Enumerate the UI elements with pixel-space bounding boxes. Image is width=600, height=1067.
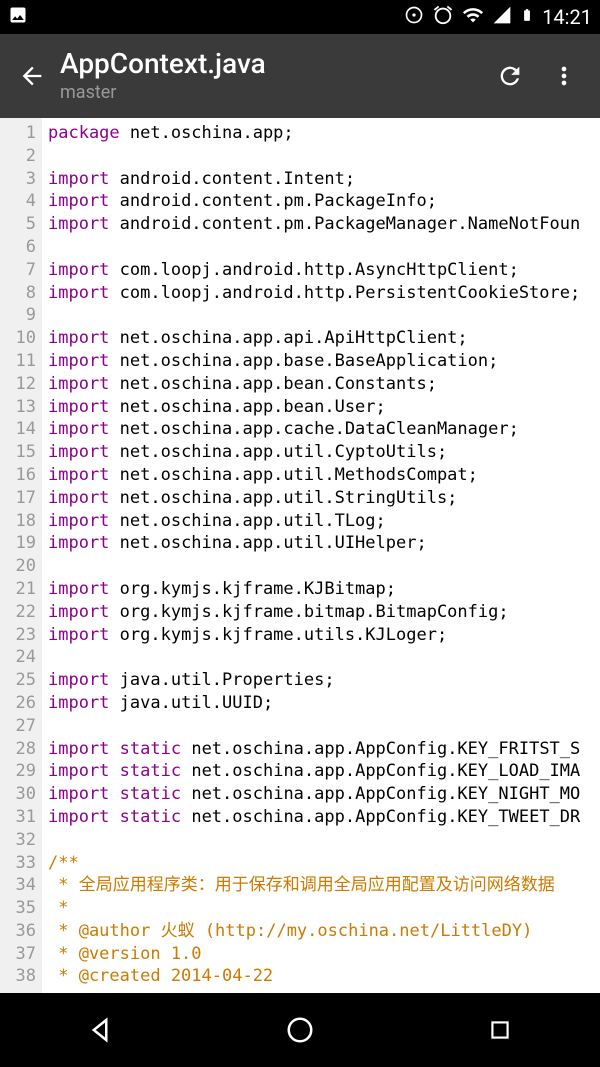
status-bar: 14:21 (0, 0, 600, 34)
line-number: 38 (0, 965, 36, 988)
code-line: import java.util.Properties; (48, 669, 600, 692)
code-line: * @author 火蚁 (http://my.oschina.net/Litt… (48, 920, 600, 943)
status-time: 14:21 (542, 5, 592, 29)
code-viewer[interactable]: 1234567891011121314151617181920212223242… (0, 118, 600, 993)
line-number: 31 (0, 806, 36, 829)
code-line: import org.kymjs.kjframe.bitmap.BitmapCo… (48, 601, 600, 624)
code-line: /** (48, 852, 600, 875)
overflow-menu-button[interactable] (548, 60, 580, 92)
code-line: import net.oschina.app.util.TLog; (48, 510, 600, 533)
code-line: import net.oschina.app.util.UIHelper; (48, 532, 600, 555)
line-number: 24 (0, 646, 36, 669)
signal-icon (492, 5, 512, 30)
status-circle-icon (404, 5, 424, 30)
line-number: 26 (0, 692, 36, 715)
code-line: import net.oschina.app.cache.DataCleanMa… (48, 418, 600, 441)
line-number: 20 (0, 555, 36, 578)
code-line: import net.oschina.app.api.ApiHttpClient… (48, 327, 600, 350)
code-line: * (48, 897, 600, 920)
code-line: import net.oschina.app.bean.Constants; (48, 373, 600, 396)
status-notification-icon (8, 5, 28, 30)
nav-back-button[interactable] (80, 1010, 120, 1050)
line-number: 25 (0, 669, 36, 692)
line-number: 18 (0, 510, 36, 533)
line-number-gutter: 1234567891011121314151617181920212223242… (0, 118, 42, 993)
code-line: import org.kymjs.kjframe.KJBitmap; (48, 578, 600, 601)
branch-subtitle: master (60, 82, 494, 103)
code-line: import static net.oschina.app.AppConfig.… (48, 760, 600, 783)
line-number: 12 (0, 373, 36, 396)
code-line: import net.oschina.app.base.BaseApplicat… (48, 350, 600, 373)
code-line: import static net.oschina.app.AppConfig.… (48, 738, 600, 761)
wifi-icon (462, 4, 484, 31)
alarm-icon (432, 4, 454, 31)
line-number: 36 (0, 920, 36, 943)
code-line (48, 236, 600, 259)
line-number: 28 (0, 738, 36, 761)
line-number: 7 (0, 259, 36, 282)
line-number: 34 (0, 874, 36, 897)
code-line: import org.kymjs.kjframe.utils.KJLoger; (48, 624, 600, 647)
line-number: 23 (0, 624, 36, 647)
code-line: import android.content.pm.PackageManager… (48, 213, 600, 236)
line-number: 9 (0, 304, 36, 327)
code-line: import com.loopj.android.http.AsyncHttpC… (48, 259, 600, 282)
line-number: 10 (0, 327, 36, 350)
code-content: package net.oschina.app; import android.… (42, 118, 600, 993)
code-line (48, 555, 600, 578)
line-number: 13 (0, 396, 36, 419)
refresh-button[interactable] (494, 60, 526, 92)
code-line (48, 715, 600, 738)
line-number: 37 (0, 943, 36, 966)
line-number: 11 (0, 350, 36, 373)
line-number: 17 (0, 487, 36, 510)
code-line: import net.oschina.app.util.MethodsCompa… (48, 464, 600, 487)
code-line: import android.content.pm.PackageInfo; (48, 190, 600, 213)
line-number: 1 (0, 122, 36, 145)
line-number: 2 (0, 145, 36, 168)
line-number: 3 (0, 168, 36, 191)
line-number: 6 (0, 236, 36, 259)
navigation-bar (0, 993, 600, 1067)
line-number: 5 (0, 213, 36, 236)
code-line: * @created 2014-04-22 (48, 965, 600, 988)
code-line: package net.oschina.app; (48, 122, 600, 145)
code-line: import java.util.UUID; (48, 692, 600, 715)
code-line (48, 145, 600, 168)
code-line: import static net.oschina.app.AppConfig.… (48, 783, 600, 806)
line-number: 32 (0, 829, 36, 852)
line-number: 15 (0, 441, 36, 464)
line-number: 16 (0, 464, 36, 487)
code-line: import net.oschina.app.bean.User; (48, 396, 600, 419)
line-number: 30 (0, 783, 36, 806)
back-button[interactable] (12, 56, 52, 96)
app-bar: AppContext.java master (0, 34, 600, 118)
nav-home-button[interactable] (280, 1010, 320, 1050)
code-line (48, 829, 600, 852)
line-number: 8 (0, 282, 36, 305)
line-number: 4 (0, 190, 36, 213)
page-title: AppContext.java (60, 49, 494, 80)
line-number: 19 (0, 532, 36, 555)
line-number: 22 (0, 601, 36, 624)
line-number: 35 (0, 897, 36, 920)
line-number: 14 (0, 418, 36, 441)
line-number: 27 (0, 715, 36, 738)
code-line (48, 646, 600, 669)
code-line: import com.loopj.android.http.Persistent… (48, 282, 600, 305)
line-number: 33 (0, 852, 36, 875)
code-line: * 全局应用程序类：用于保存和调用全局应用配置及访问网络数据 (48, 874, 600, 897)
code-line (48, 304, 600, 327)
code-line: import static net.oschina.app.AppConfig.… (48, 806, 600, 829)
battery-icon (520, 4, 534, 31)
code-line: import net.oschina.app.util.StringUtils; (48, 487, 600, 510)
line-number: 21 (0, 578, 36, 601)
line-number: 29 (0, 760, 36, 783)
nav-recent-button[interactable] (480, 1010, 520, 1050)
code-line: import net.oschina.app.util.CyptoUtils; (48, 441, 600, 464)
code-line: import android.content.Intent; (48, 168, 600, 191)
code-line: * @version 1.0 (48, 943, 600, 966)
